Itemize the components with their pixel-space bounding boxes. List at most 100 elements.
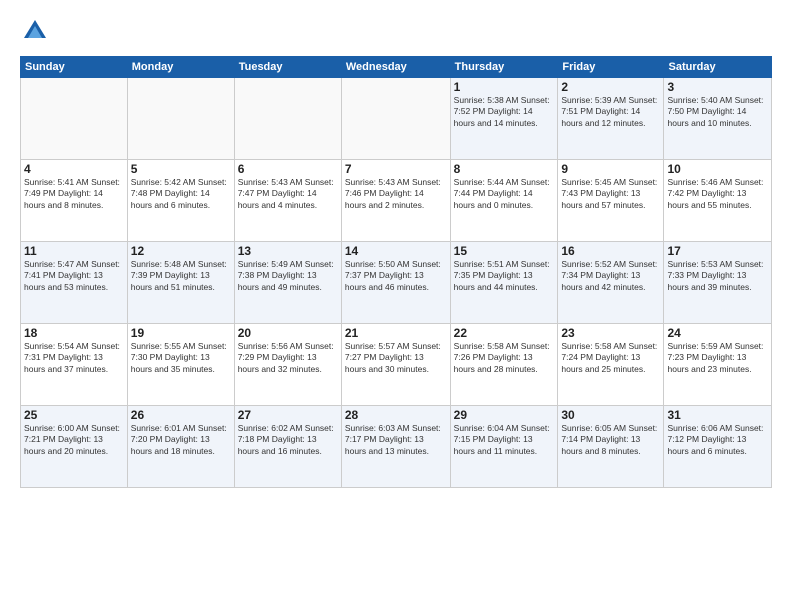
- calendar-day-cell: 4Sunrise: 5:41 AM Sunset: 7:49 PM Daylig…: [21, 160, 128, 242]
- weekday-header-saturday: Saturday: [664, 57, 772, 78]
- calendar-day-cell: 27Sunrise: 6:02 AM Sunset: 7:18 PM Dayli…: [234, 406, 341, 488]
- calendar-day-cell: 8Sunrise: 5:44 AM Sunset: 7:44 PM Daylig…: [450, 160, 558, 242]
- calendar-day-cell: 17Sunrise: 5:53 AM Sunset: 7:33 PM Dayli…: [664, 242, 772, 324]
- day-number: 24: [667, 326, 768, 340]
- page: SundayMondayTuesdayWednesdayThursdayFrid…: [0, 0, 792, 612]
- day-info: Sunrise: 5:39 AM Sunset: 7:51 PM Dayligh…: [561, 95, 660, 129]
- calendar-day-cell: 26Sunrise: 6:01 AM Sunset: 7:20 PM Dayli…: [127, 406, 234, 488]
- day-info: Sunrise: 5:55 AM Sunset: 7:30 PM Dayligh…: [131, 341, 231, 375]
- day-info: Sunrise: 5:58 AM Sunset: 7:24 PM Dayligh…: [561, 341, 660, 375]
- day-number: 3: [667, 80, 768, 94]
- day-info: Sunrise: 5:40 AM Sunset: 7:50 PM Dayligh…: [667, 95, 768, 129]
- day-number: 28: [345, 408, 447, 422]
- day-info: Sunrise: 5:49 AM Sunset: 7:38 PM Dayligh…: [238, 259, 338, 293]
- header: [20, 16, 772, 46]
- calendar-day-cell: 18Sunrise: 5:54 AM Sunset: 7:31 PM Dayli…: [21, 324, 128, 406]
- day-info: Sunrise: 5:57 AM Sunset: 7:27 PM Dayligh…: [345, 341, 447, 375]
- calendar-day-cell: 13Sunrise: 5:49 AM Sunset: 7:38 PM Dayli…: [234, 242, 341, 324]
- calendar: SundayMondayTuesdayWednesdayThursdayFrid…: [20, 56, 772, 488]
- day-number: 11: [24, 244, 124, 258]
- day-number: 4: [24, 162, 124, 176]
- calendar-day-cell: [341, 78, 450, 160]
- day-info: Sunrise: 5:44 AM Sunset: 7:44 PM Dayligh…: [454, 177, 555, 211]
- day-info: Sunrise: 5:45 AM Sunset: 7:43 PM Dayligh…: [561, 177, 660, 211]
- day-info: Sunrise: 5:54 AM Sunset: 7:31 PM Dayligh…: [24, 341, 124, 375]
- weekday-header-friday: Friday: [558, 57, 664, 78]
- day-number: 22: [454, 326, 555, 340]
- day-info: Sunrise: 6:02 AM Sunset: 7:18 PM Dayligh…: [238, 423, 338, 457]
- calendar-day-cell: 5Sunrise: 5:42 AM Sunset: 7:48 PM Daylig…: [127, 160, 234, 242]
- day-number: 25: [24, 408, 124, 422]
- day-number: 18: [24, 326, 124, 340]
- day-info: Sunrise: 5:50 AM Sunset: 7:37 PM Dayligh…: [345, 259, 447, 293]
- day-info: Sunrise: 5:38 AM Sunset: 7:52 PM Dayligh…: [454, 95, 555, 129]
- calendar-day-cell: [234, 78, 341, 160]
- day-number: 29: [454, 408, 555, 422]
- calendar-day-cell: 19Sunrise: 5:55 AM Sunset: 7:30 PM Dayli…: [127, 324, 234, 406]
- day-info: Sunrise: 6:04 AM Sunset: 7:15 PM Dayligh…: [454, 423, 555, 457]
- day-info: Sunrise: 5:47 AM Sunset: 7:41 PM Dayligh…: [24, 259, 124, 293]
- weekday-header-thursday: Thursday: [450, 57, 558, 78]
- day-info: Sunrise: 5:59 AM Sunset: 7:23 PM Dayligh…: [667, 341, 768, 375]
- calendar-day-cell: 28Sunrise: 6:03 AM Sunset: 7:17 PM Dayli…: [341, 406, 450, 488]
- calendar-day-cell: 9Sunrise: 5:45 AM Sunset: 7:43 PM Daylig…: [558, 160, 664, 242]
- day-number: 8: [454, 162, 555, 176]
- day-info: Sunrise: 5:46 AM Sunset: 7:42 PM Dayligh…: [667, 177, 768, 211]
- day-number: 1: [454, 80, 555, 94]
- day-info: Sunrise: 5:42 AM Sunset: 7:48 PM Dayligh…: [131, 177, 231, 211]
- day-number: 9: [561, 162, 660, 176]
- day-number: 6: [238, 162, 338, 176]
- calendar-day-cell: 25Sunrise: 6:00 AM Sunset: 7:21 PM Dayli…: [21, 406, 128, 488]
- calendar-day-cell: 12Sunrise: 5:48 AM Sunset: 7:39 PM Dayli…: [127, 242, 234, 324]
- weekday-header-sunday: Sunday: [21, 57, 128, 78]
- calendar-day-cell: 3Sunrise: 5:40 AM Sunset: 7:50 PM Daylig…: [664, 78, 772, 160]
- calendar-day-cell: 2Sunrise: 5:39 AM Sunset: 7:51 PM Daylig…: [558, 78, 664, 160]
- calendar-day-cell: 21Sunrise: 5:57 AM Sunset: 7:27 PM Dayli…: [341, 324, 450, 406]
- calendar-day-cell: 11Sunrise: 5:47 AM Sunset: 7:41 PM Dayli…: [21, 242, 128, 324]
- calendar-day-cell: 14Sunrise: 5:50 AM Sunset: 7:37 PM Dayli…: [341, 242, 450, 324]
- calendar-day-cell: 29Sunrise: 6:04 AM Sunset: 7:15 PM Dayli…: [450, 406, 558, 488]
- day-info: Sunrise: 5:43 AM Sunset: 7:47 PM Dayligh…: [238, 177, 338, 211]
- day-info: Sunrise: 6:00 AM Sunset: 7:21 PM Dayligh…: [24, 423, 124, 457]
- day-info: Sunrise: 5:56 AM Sunset: 7:29 PM Dayligh…: [238, 341, 338, 375]
- calendar-day-cell: 31Sunrise: 6:06 AM Sunset: 7:12 PM Dayli…: [664, 406, 772, 488]
- calendar-day-cell: [127, 78, 234, 160]
- calendar-day-cell: 16Sunrise: 5:52 AM Sunset: 7:34 PM Dayli…: [558, 242, 664, 324]
- logo-icon: [20, 16, 50, 46]
- day-number: 19: [131, 326, 231, 340]
- day-info: Sunrise: 6:01 AM Sunset: 7:20 PM Dayligh…: [131, 423, 231, 457]
- calendar-week-row: 18Sunrise: 5:54 AM Sunset: 7:31 PM Dayli…: [21, 324, 772, 406]
- weekday-header-tuesday: Tuesday: [234, 57, 341, 78]
- weekday-header-wednesday: Wednesday: [341, 57, 450, 78]
- day-number: 23: [561, 326, 660, 340]
- logo: [20, 16, 54, 46]
- day-info: Sunrise: 5:51 AM Sunset: 7:35 PM Dayligh…: [454, 259, 555, 293]
- day-info: Sunrise: 5:48 AM Sunset: 7:39 PM Dayligh…: [131, 259, 231, 293]
- calendar-week-row: 25Sunrise: 6:00 AM Sunset: 7:21 PM Dayli…: [21, 406, 772, 488]
- calendar-day-cell: 22Sunrise: 5:58 AM Sunset: 7:26 PM Dayli…: [450, 324, 558, 406]
- day-number: 31: [667, 408, 768, 422]
- day-number: 20: [238, 326, 338, 340]
- weekday-header-monday: Monday: [127, 57, 234, 78]
- calendar-day-cell: 15Sunrise: 5:51 AM Sunset: 7:35 PM Dayli…: [450, 242, 558, 324]
- day-info: Sunrise: 6:03 AM Sunset: 7:17 PM Dayligh…: [345, 423, 447, 457]
- day-number: 30: [561, 408, 660, 422]
- day-number: 15: [454, 244, 555, 258]
- day-info: Sunrise: 5:53 AM Sunset: 7:33 PM Dayligh…: [667, 259, 768, 293]
- day-info: Sunrise: 5:41 AM Sunset: 7:49 PM Dayligh…: [24, 177, 124, 211]
- day-number: 5: [131, 162, 231, 176]
- day-info: Sunrise: 6:06 AM Sunset: 7:12 PM Dayligh…: [667, 423, 768, 457]
- day-info: Sunrise: 5:43 AM Sunset: 7:46 PM Dayligh…: [345, 177, 447, 211]
- day-number: 27: [238, 408, 338, 422]
- calendar-day-cell: 24Sunrise: 5:59 AM Sunset: 7:23 PM Dayli…: [664, 324, 772, 406]
- calendar-day-cell: 1Sunrise: 5:38 AM Sunset: 7:52 PM Daylig…: [450, 78, 558, 160]
- day-info: Sunrise: 6:05 AM Sunset: 7:14 PM Dayligh…: [561, 423, 660, 457]
- calendar-day-cell: [21, 78, 128, 160]
- day-info: Sunrise: 5:52 AM Sunset: 7:34 PM Dayligh…: [561, 259, 660, 293]
- day-number: 16: [561, 244, 660, 258]
- day-number: 17: [667, 244, 768, 258]
- calendar-week-row: 4Sunrise: 5:41 AM Sunset: 7:49 PM Daylig…: [21, 160, 772, 242]
- day-number: 2: [561, 80, 660, 94]
- day-number: 14: [345, 244, 447, 258]
- day-number: 26: [131, 408, 231, 422]
